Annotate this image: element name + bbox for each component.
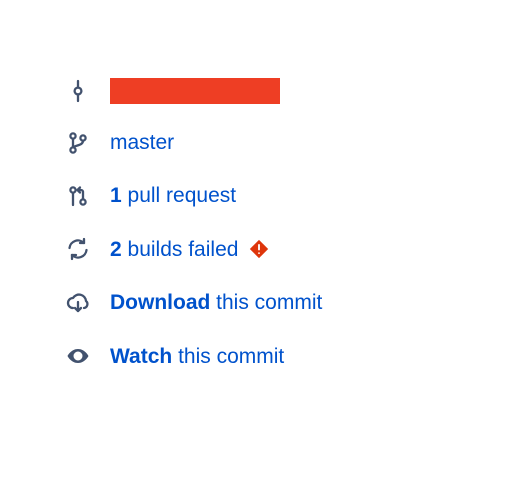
watch-icon	[66, 344, 110, 368]
pull-request-link[interactable]: 1 pull request	[110, 181, 236, 210]
builds-icon	[66, 237, 110, 261]
watch-label: this commit	[172, 345, 284, 368]
watch-action: Watch	[110, 345, 172, 368]
pull-request-count: 1	[110, 184, 122, 207]
pull-request-label: pull request	[122, 184, 236, 207]
builds-count: 2	[110, 238, 122, 261]
download-row: Download this commit	[66, 288, 510, 317]
branch-link[interactable]: master	[110, 128, 174, 157]
commit-details-panel: master 1 pull request	[0, 0, 510, 371]
commit-hash-redacted	[110, 78, 280, 104]
watch-link[interactable]: Watch this commit	[110, 342, 284, 371]
watch-row: Watch this commit	[66, 342, 510, 371]
pull-request-icon	[66, 184, 110, 208]
commit-hash-row	[66, 78, 510, 104]
download-icon	[66, 291, 110, 315]
build-failed-icon	[248, 238, 270, 260]
builds-row: 2 builds failed	[66, 235, 510, 264]
download-action: Download	[110, 291, 210, 314]
builds-label: builds failed	[122, 238, 239, 261]
pull-request-row: 1 pull request	[66, 181, 510, 210]
download-label: this commit	[210, 291, 322, 314]
branch-icon	[66, 131, 110, 155]
branch-row: master	[66, 128, 510, 157]
commit-icon	[66, 79, 110, 103]
builds-link[interactable]: 2 builds failed	[110, 235, 238, 264]
download-link[interactable]: Download this commit	[110, 288, 322, 317]
